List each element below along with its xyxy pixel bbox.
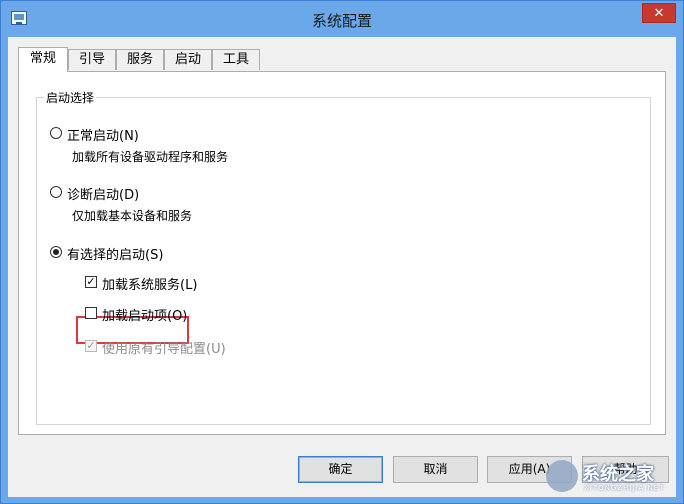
normal-startup-radio[interactable] xyxy=(50,127,62,139)
general-tab-panel: 启动选择 正常启动(N) 加载所有设备驱动程序和服务 诊断启动(D) 仅加载基本… xyxy=(18,71,666,435)
cancel-button[interactable]: 取消 xyxy=(393,456,478,483)
window-title: 系统配置 xyxy=(311,12,372,30)
diagnostic-startup-description: 仅加载基本设备和服务 xyxy=(72,209,193,223)
use-original-boot-label: 使用原有引导配置(U) xyxy=(102,342,226,357)
dialog-client-area: 常规 引导 服务 启动 工具 启动选择 正常启动(N) 加载所有设备驱动程序和服… xyxy=(8,37,676,497)
ok-button[interactable]: 确定 xyxy=(298,456,383,483)
selective-startup-label: 有选择的启动(S) xyxy=(67,248,164,263)
diagnostic-startup-radio[interactable] xyxy=(50,186,62,198)
title-bar[interactable]: 系统配置 ✕ xyxy=(1,1,683,37)
normal-startup-description: 加载所有设备驱动程序和服务 xyxy=(72,150,229,164)
site-watermark: 系统之家 XITONGZHIJIA.NET xyxy=(546,456,676,498)
load-system-services-label: 加载系统服务(L) xyxy=(102,278,198,293)
tab-general[interactable]: 常规 xyxy=(18,47,68,72)
startup-selection-heading: 启动选择 xyxy=(44,89,97,106)
load-startup-items-checkbox[interactable] xyxy=(85,307,97,319)
system-config-window: 系统配置 ✕ 常规 引导 服务 启动 工具 启动选择 正常启动(N) 加载所有设… xyxy=(0,0,684,504)
watermark-logo-icon xyxy=(546,460,578,492)
tab-services[interactable]: 服务 xyxy=(116,49,164,70)
watermark-text: 系统之家 xyxy=(582,464,654,485)
load-startup-items-label: 加载启动项(O) xyxy=(102,309,188,324)
tab-tools[interactable]: 工具 xyxy=(212,49,260,70)
tab-boot[interactable]: 引导 xyxy=(68,49,116,70)
startup-selection-group: 启动选择 正常启动(N) 加载所有设备驱动程序和服务 诊断启动(D) 仅加载基本… xyxy=(36,89,651,425)
diagnostic-startup-label: 诊断启动(D) xyxy=(67,188,140,203)
selective-startup-radio[interactable] xyxy=(50,246,62,258)
normal-startup-label: 正常启动(N) xyxy=(67,129,139,144)
use-original-boot-checkbox: ✓ xyxy=(85,339,97,352)
watermark-subtext: XITONGZHIJIA.NET xyxy=(584,484,665,492)
tab-startup[interactable]: 启动 xyxy=(164,49,212,70)
close-button[interactable]: ✕ xyxy=(642,3,676,23)
load-system-services-checkbox[interactable]: ✓ xyxy=(85,276,97,288)
